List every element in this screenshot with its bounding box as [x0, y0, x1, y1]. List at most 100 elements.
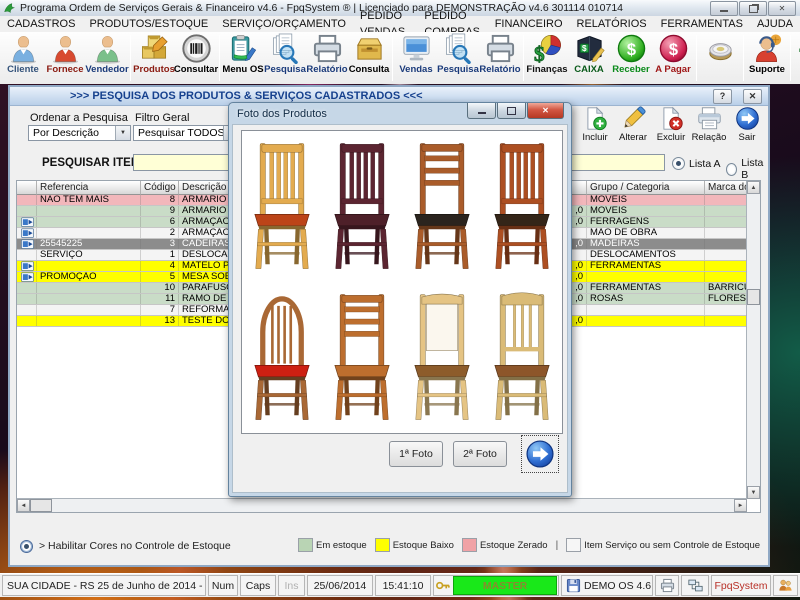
row-marca [705, 316, 749, 326]
app-window: Programa Ordem de Serviços Gerais & Fina… [0, 0, 800, 600]
photo-icon [21, 228, 34, 238]
coin-icon [705, 33, 736, 64]
toolbar-button-receber[interactable]: $Receber [610, 32, 652, 84]
scroll-left-icon[interactable]: ◄ [17, 499, 30, 512]
horizontal-scrollbar[interactable]: ◄ ► [17, 498, 747, 512]
dialog-close-button[interactable]: ✕ [527, 103, 564, 119]
sair-button[interactable]: Sair [728, 106, 766, 143]
status-user-value: MASTER [453, 576, 557, 595]
photo-dialog-title: Foto dos Produtos [237, 108, 327, 120]
toolbar-button-relat-rio[interactable]: Relatório [306, 32, 348, 84]
toolbar-button-vendedor[interactable]: Vendedor [86, 32, 128, 84]
alterar-button[interactable]: Alterar [614, 106, 652, 143]
minimize-button[interactable] [710, 1, 738, 16]
dialog-maximize-button[interactable] [497, 103, 526, 119]
close-window-button[interactable]: ✕ [743, 89, 762, 104]
excluir-button[interactable]: Excluir [652, 106, 690, 143]
column-header-1[interactable]: Referencia [37, 181, 141, 195]
toolbar-separator [743, 35, 744, 81]
menu-item-ferramentas[interactable]: FERRAMENTAS [654, 16, 750, 32]
horizontal-scroll-thumb[interactable] [30, 499, 52, 512]
row-referencia: 25545225 [37, 239, 141, 249]
toolbar-button-produtos[interactable]: Produtos [133, 32, 175, 84]
minimize-icon [720, 10, 728, 12]
row-grupo [587, 316, 705, 326]
close-button[interactable]: ✕ [768, 1, 796, 16]
toolbar-button-vendas[interactable]: Vendas [395, 32, 437, 84]
printer-doc-icon [697, 106, 722, 131]
toolbar-button-relat-rio[interactable]: Relatório [479, 32, 521, 84]
enable-colors-toggle[interactable]: > Habilitar Cores no Controle de Estoque [20, 540, 231, 553]
arrow-circle-icon [735, 106, 760, 131]
restore-button[interactable] [739, 1, 767, 16]
help-button[interactable]: ? [713, 89, 732, 104]
lista-b-radio[interactable]: Lista B [726, 157, 768, 181]
photo1-button[interactable]: 1ª Foto [389, 441, 443, 467]
incluir-button[interactable]: Incluir [576, 106, 614, 143]
vertical-scroll-thumb[interactable] [747, 289, 760, 305]
toolbar-button-finan-as[interactable]: $Finanças [526, 32, 568, 84]
toolbar-button-label: Menu OS [222, 64, 263, 75]
toolbar-button-caixa[interactable]: $CAIXA [568, 32, 610, 84]
scroll-right-icon[interactable]: ► [734, 499, 747, 512]
menu-item-servi-o-or-amento[interactable]: SERVIÇO/ORÇAMENTO [215, 16, 353, 32]
toolbar-button-exit-door[interactable]: EXIT [793, 32, 800, 84]
filter-select[interactable]: Pesquisar TODOS ▼ [133, 125, 239, 141]
order-select[interactable]: Por Descrição ▼ [28, 125, 131, 141]
menu-item-relat-rios[interactable]: RELATÓRIOS [570, 16, 654, 32]
toolbar-button-consultar[interactable]: Consultar [175, 32, 217, 84]
toolbar-button-label: Consultar [174, 64, 218, 75]
row-grupo: MOVEIS [587, 206, 705, 216]
toolbar-button-pesquisa[interactable]: Pesquisa [437, 32, 479, 84]
rela-o-button[interactable]: Relação [690, 106, 728, 143]
window-title: Programa Ordem de Serviços Gerais & Fina… [20, 2, 623, 14]
dialog-next-button[interactable] [521, 435, 559, 473]
toolbar-button-label: Vendas [399, 64, 432, 75]
person-green-icon [92, 33, 123, 64]
toolbar-button-label: Relatório [479, 64, 520, 75]
toolbar-button-fornece[interactable]: Fornece [44, 32, 86, 84]
status-printer[interactable] [655, 575, 679, 596]
photo-icon [21, 261, 34, 271]
photo-dialog-titlebar[interactable]: Foto dos Produtos ✕ [229, 103, 571, 124]
toolbar-button-menu-os[interactable]: Menu OS [222, 32, 264, 84]
row-grupo: MOVEIS [587, 195, 705, 205]
toolbar-separator [392, 35, 393, 81]
row-marca [705, 305, 749, 315]
barcode-icon [181, 33, 212, 64]
radio-icon [726, 163, 737, 176]
lista-a-radio[interactable]: Lista A [672, 157, 721, 170]
toolbar-button-cliente[interactable]: Cliente [2, 32, 44, 84]
statusbar: SUA CIDADE - RS 25 de Junho de 2014 - Qu… [0, 573, 800, 597]
menu-item-ajuda[interactable]: AJUDA [750, 16, 800, 32]
toolbar-button-suporte[interactable]: Suporte [746, 32, 788, 84]
menu-item-cadastros[interactable]: CADASTROS [0, 16, 82, 32]
chair-photo [487, 286, 557, 429]
column-header-6[interactable]: Marca do Produto [705, 181, 749, 195]
action-button-label: Relação [692, 132, 727, 143]
scroll-up-icon[interactable]: ▲ [747, 181, 760, 194]
cash-book-icon: $ [574, 33, 605, 64]
menu-item-financeiro[interactable]: FINANCEIRO [488, 16, 570, 32]
toolbar-button-a-pagar[interactable]: $A Pagar [652, 32, 694, 84]
menu-item-produtos-estoque[interactable]: PRODUTOS/ESTOQUE [82, 16, 215, 32]
column-header-5[interactable]: Grupo / Categoria [587, 181, 705, 195]
column-header-2[interactable]: Código [141, 181, 179, 195]
vertical-scrollbar[interactable]: ▲ ▼ [746, 181, 760, 499]
status-network[interactable] [681, 575, 709, 596]
toolbar-button-pesquisa[interactable]: Pesquisa [264, 32, 306, 84]
dialog-minimize-button[interactable] [467, 103, 496, 119]
product-photo-panel [241, 130, 563, 434]
toolbar-button-coin[interactable] [699, 32, 741, 84]
status-users [773, 575, 798, 596]
chair-photo [247, 286, 317, 429]
radio-selected-icon [672, 157, 685, 170]
column-header-0[interactable] [17, 181, 37, 195]
row-referencia [37, 305, 141, 315]
toolbar-button-consulta[interactable]: Consulta [348, 32, 390, 84]
row-photo-cell [17, 206, 37, 216]
photo2-button[interactable]: 2ª Foto [453, 441, 507, 467]
toolbar: ClienteForneceVendedorProdutosConsultar M… [0, 32, 800, 85]
scroll-down-icon[interactable]: ▼ [747, 486, 760, 499]
action-buttons: IncluirAlterarExcluirRelaçãoSair [576, 106, 766, 143]
